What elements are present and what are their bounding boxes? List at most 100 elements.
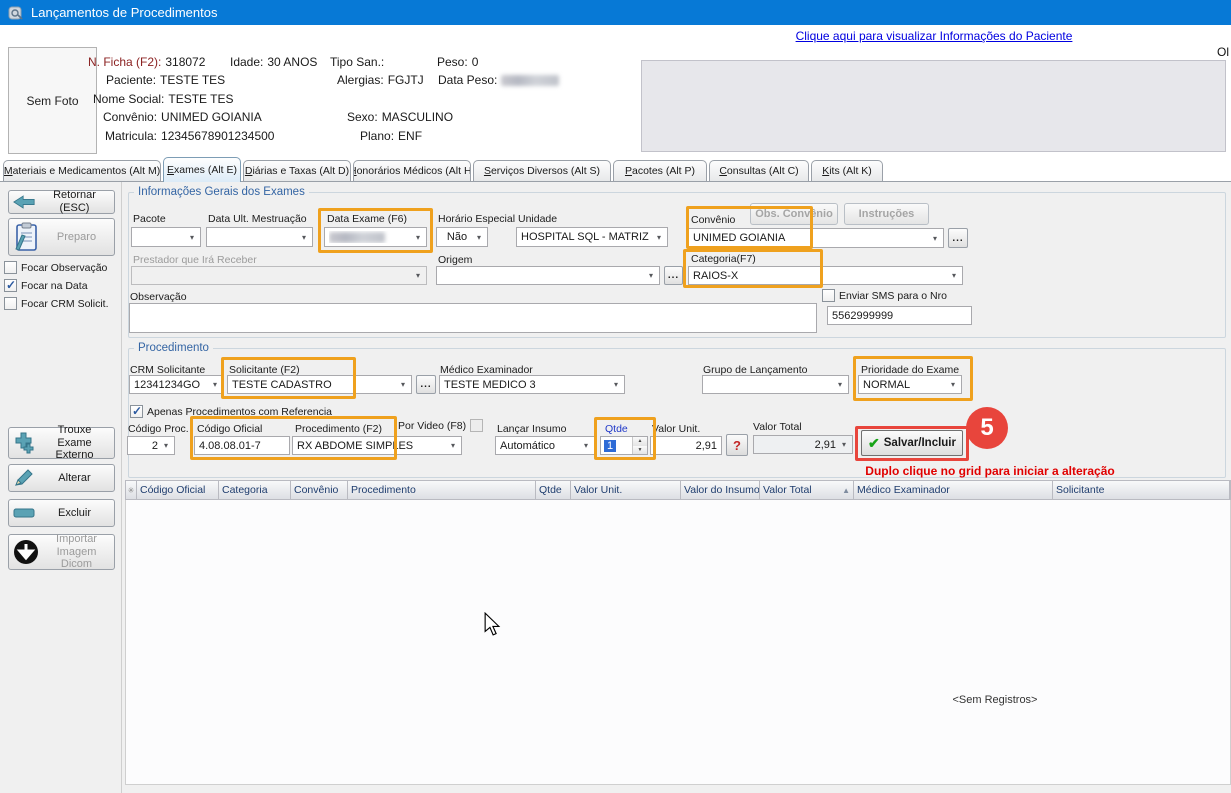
sms-number-input[interactable]: 5562999999 [827,306,972,325]
dropdown-arrow-icon: ▾ [834,380,846,389]
dropdown-arrow-icon: ▾ [447,441,459,450]
data-exame-label: Data Exame (F6) [327,213,407,225]
alergias-label: Alergias: [337,73,384,87]
photo-placeholder-label: Sem Foto [26,94,78,108]
sidebar-checkbox-1[interactable]: Focar Observação [4,261,107,274]
grid-body[interactable] [125,500,1231,785]
codigo-proc-combobox[interactable]: 2▾ [127,436,175,455]
origem-label: Origem [438,254,472,266]
patient-ficha: N. Ficha (F2):318072 [88,55,205,69]
obs-convenio-button[interactable]: Obs. Convênio [750,203,838,225]
dropdown-arrow-icon: ▾ [580,441,592,450]
dropdown-arrow-icon: ▾ [397,380,409,389]
patient-blood-type: Tipo San.: [330,55,388,69]
data-exame-combobox[interactable]: ▾ [324,227,427,247]
grid-column-solicitante[interactable]: Solicitante [1053,481,1230,499]
procedimento-combobox[interactable]: RX ABDOME SIMPLES▾ [292,436,462,455]
crm-solicitante-combobox[interactable]: 12341234GO▾ [129,375,224,394]
por-video-label: Por Video (F8) [398,420,466,432]
grupo-lancamento-combobox[interactable]: ▾ [702,375,849,394]
salvar-incluir-button[interactable]: ✔ Salvar/Incluir [861,430,963,456]
origem-combobox[interactable]: ▾ [436,266,660,285]
sidebar-checkbox-3[interactable]: Focar CRM Solicit. [4,297,109,310]
grid-record-indicator: ✳ [126,481,137,499]
observacao-textarea[interactable] [129,303,817,333]
grid-column-c-digo-oficial[interactable]: Código Oficial [137,481,219,499]
preparo-button[interactable]: Preparo [8,218,115,256]
plano-label: Plano: [360,129,394,143]
grid-column-valor-unit-[interactable]: Valor Unit. [571,481,681,499]
importar-dicom-button[interactable]: Importar Imagem Dicom [8,534,115,570]
grid-column-categoria[interactable]: Categoria [219,481,291,499]
tab-serviços[interactable]: Serviços Diversos (Alt S) [473,160,611,181]
solicitante-browse-button[interactable]: ... [416,375,436,394]
plano-value: ENF [398,129,422,143]
grid-column-m-dico-examinador[interactable]: Médico Examinador [854,481,1053,499]
unidade-combobox[interactable]: HOSPITAL SQL - MATRIZ▾ [516,227,668,247]
data-ult-mestruacao-combobox[interactable]: ▾ [206,227,313,247]
grid-column-conv-nio[interactable]: Convênio [291,481,348,499]
convenio-browse-button[interactable]: ... [948,228,968,248]
valor-total-combobox[interactable]: 2,91▾ [753,435,853,454]
peso-label: Peso: [437,55,468,69]
patient-info-link[interactable]: Clique aqui para visualizar Informações … [641,29,1227,43]
horario-especial-combobox[interactable]: Não▾ [436,227,488,247]
lancar-insumo-combobox[interactable]: Automático▾ [495,436,595,455]
solicitante-combobox[interactable]: TESTE CADASTRO▾ [227,375,412,394]
alterar-button[interactable]: Alterar [8,464,115,492]
tab-materiais[interactable]: Materiais e Medicamentos (Alt M) [3,160,161,181]
checkbox-label: Focar Observação [21,262,107,274]
tab-honorários[interactable]: Honorários Médicos (Alt H) [353,160,471,181]
apenas-referencia-checkbox[interactable]: Apenas Procedimentos com Referencia [130,405,332,418]
help-question-button[interactable]: ? [726,434,748,456]
sexo-label: Sexo: [347,110,378,124]
enviar-sms-label: Enviar SMS para o Nro [839,290,947,302]
convenio-label: Convênio: [103,110,157,124]
retornar-button[interactable]: Retornar (ESC) [8,190,115,214]
tab-diárias[interactable]: Diárias e Taxas (Alt D) [243,160,351,181]
tab-exames[interactable]: Exames (Alt E) [163,157,241,182]
grid-empty-text: <Sem Registros> [925,694,1065,706]
title-bar: Lançamentos de Procedimentos [0,0,1231,25]
prioridade-combobox[interactable]: NORMAL▾ [858,375,962,394]
pacote-label: Pacote [133,213,166,225]
qtde-spinner[interactable]: 1 ▲▼ [600,436,648,455]
procedure-group-title: Procedimento [134,342,213,354]
por-video-checkbox[interactable]: Por Video (F8) [398,419,483,432]
enviar-sms-checkbox[interactable]: Enviar SMS para o Nro [822,289,947,302]
data-ult-mestruacao-label: Data Ult. Mestruação [208,213,307,225]
alergias-value: FGJTJ [388,73,424,87]
preparo-label: Preparo [43,231,110,244]
origem-browse-button[interactable]: ... [664,266,683,285]
tab-consultas[interactable]: Consultas (Alt C) [709,160,809,181]
patient-age: Idade:30 ANOS [230,55,317,69]
tab-pacotes[interactable]: Pacotes (Alt P) [613,160,707,181]
spinner-down-icon[interactable]: ▼ [633,446,647,455]
qtde-label: Qtde [605,423,628,435]
nome-social-value: TESTE TES [168,92,233,106]
grid-column-valor-do-insumo[interactable]: Valor do Insumo [681,481,760,499]
matricula-label: Matricula: [105,129,157,143]
pacote-combobox[interactable]: ▾ [131,227,201,247]
idade-label: Idade: [230,55,263,69]
valor-unit-input[interactable]: 2,91 [650,436,722,455]
lancar-insumo-label: Lançar Insumo [497,423,566,435]
grid-column-valor-total[interactable]: Valor Total▲ [760,481,854,499]
checkbox-icon [4,261,17,274]
trouxe-exame-button[interactable]: Trouxe Exame Externo [8,427,115,459]
instrucoes-button[interactable]: Instruções [844,203,929,225]
grid-column-procedimento[interactable]: Procedimento [348,481,536,499]
prestador-combobox[interactable]: ▾ [131,266,427,285]
spinner-up-icon[interactable]: ▲ [633,437,647,446]
clipboard-icon [13,222,39,252]
convenio-exame-combobox[interactable]: UNIMED GOIANIA▾ [688,228,944,248]
excluir-button[interactable]: Excluir [8,499,115,527]
codigo-oficial-input[interactable]: 4.08.08.01-7 [194,436,290,455]
sort-ascending-icon: ▲ [842,486,850,495]
tab-kits[interactable]: Kits (Alt K) [811,160,883,181]
categoria-combobox[interactable]: RAIOS-X▾ [688,266,963,285]
dropdown-arrow-icon: ▾ [160,441,172,450]
sidebar-checkbox-2[interactable]: Focar na Data [4,279,88,292]
medico-examinador-combobox[interactable]: TESTE MEDICO 3▾ [439,375,625,394]
grid-column-qtde[interactable]: Qtde [536,481,571,499]
